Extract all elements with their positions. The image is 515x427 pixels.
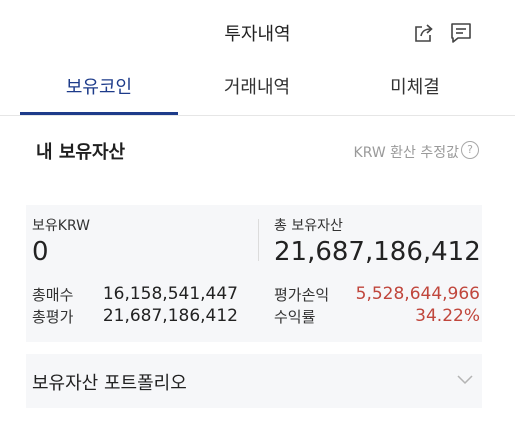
profit-loss-value: 5,528,644,966 [355,284,480,304]
krw-value: 0 [32,237,49,267]
total-assets-value: 21,687,186,412 [274,237,481,267]
profit-loss-label: 평가손익 [274,286,330,304]
tab-holdings[interactable]: 보유코인 [20,62,178,114]
total-eval-label: 총평가 [32,308,74,326]
total-assets-label: 총 보유자산 [274,218,343,234]
portfolio-accordion[interactable]: 보유자산 포트폴리오 [26,354,482,408]
asset-summary-panel: 보유KRW 0 총 보유자산 21,687,186,412 총매수 16,158… [26,205,482,342]
chat-icon[interactable] [448,20,474,46]
page-title: 투자내역 [224,24,291,45]
top-bar: 투자내역 [0,0,515,62]
divider [0,115,515,116]
krw-label: 보유KRW [32,218,90,234]
summary-divider [258,219,259,261]
portfolio-label: 보유자산 포트폴리오 [32,373,187,394]
total-buy-label: 총매수 [32,286,74,304]
krw-estimate-note: KRW 환산 추정값 [353,145,459,161]
tab-history[interactable]: 거래내역 [178,62,336,114]
total-buy-value: 16,158,541,447 [102,284,238,304]
tab-bar: 보유코인 거래내역 미체결 [0,62,515,116]
return-rate-value: 34.22% [415,306,480,326]
total-eval-value: 21,687,186,412 [102,306,238,326]
share-icon[interactable] [411,20,437,46]
section-title: 내 보유자산 [36,142,126,163]
tab-unfilled[interactable]: 미체결 [336,62,494,114]
chevron-down-icon[interactable] [456,372,474,386]
help-icon[interactable]: ? [461,141,479,159]
return-rate-label: 수익률 [274,308,316,326]
my-assets-header: 내 보유자산 KRW 환산 추정값 ? [0,130,515,170]
